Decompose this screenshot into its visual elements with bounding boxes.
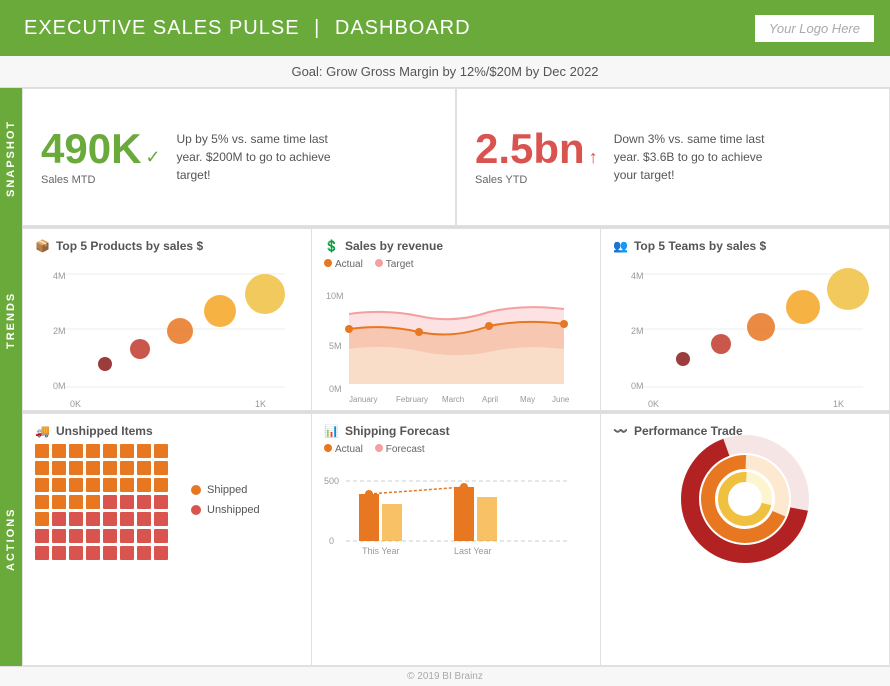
logo: Your Logo Here [755,15,874,42]
sales-mtd-number: 490K [41,128,141,170]
teams-icon: 👥 [613,239,628,253]
svg-text:0K: 0K [648,399,659,409]
forecast-legend: Actual Forecast [324,444,588,455]
forecast-icon: 📊 [324,424,339,438]
goal-bar: Goal: Grow Gross Margin by 12%/$20M by D… [0,56,890,88]
trends-label: TRENDS [0,228,22,413]
sales-mtd-suffix: ✓ [145,147,160,168]
revenue-icon: 💲 [324,239,339,253]
unshipped-label: Unshipped [207,504,260,516]
svg-text:4M: 4M [631,271,644,281]
svg-text:0M: 0M [53,381,66,391]
actions-performance-card: 〰️ Performance Trade [601,413,890,666]
unshipped-title-text: Unshipped Items [56,424,153,438]
revenue-legend-target: Target [386,259,414,270]
svg-text:February: February [396,395,428,404]
revenue-legend-actual: Actual [335,259,363,270]
forecast-bar-chart: 500 0 This Year Last Year [324,459,574,599]
svg-text:0: 0 [329,536,334,546]
svg-text:0M: 0M [631,381,644,391]
sales-mtd-label: Sales MTD [41,174,161,186]
products-icon: 📦 [35,239,50,253]
sales-mtd-desc: Up by 5% vs. same time last year. $200M … [177,130,337,184]
svg-text:June: June [552,395,570,404]
snapshot-card-ytd: 2.5bn ↑ Sales YTD Down 3% vs. same time … [456,88,890,226]
header: EXECUTIVE SALES PULSE | DASHBOARD Your L… [0,0,890,56]
products-title-text: Top 5 Products by sales $ [56,239,203,253]
trends-teams-title: 👥 Top 5 Teams by sales $ [613,239,877,253]
svg-text:1K: 1K [255,399,266,409]
forecast-title-text: Shipping Forecast [345,424,450,438]
forecast-legend-actual: Actual [335,444,363,455]
snapshot-label: SNAPSHOT [0,88,22,228]
revenue-legend: Actual Target [324,259,588,270]
sales-ytd-desc: Down 3% vs. same time last year. $3.6B t… [614,130,774,184]
svg-text:4M: 4M [53,271,66,281]
unshipped-icon: 🚚 [35,424,50,438]
performance-donut-container [613,444,877,554]
snapshot-card-mtd: 490K ✓ Sales MTD Up by 5% vs. same time … [22,88,456,226]
svg-text:5M: 5M [329,341,342,351]
performance-donut-chart [665,424,825,574]
svg-text:10M: 10M [326,291,344,301]
svg-text:2M: 2M [631,326,644,336]
svg-text:March: March [442,395,464,404]
actions-forecast-card: 📊 Shipping Forecast Actual Forecast 500 … [312,413,601,666]
sales-ytd-number: 2.5bn [475,128,585,170]
svg-text:January: January [349,395,377,404]
actions-forecast-title: 📊 Shipping Forecast [324,424,588,438]
svg-text:Last Year: Last Year [454,546,492,556]
trends-products-card: 📦 Top 5 Products by sales $ 4M 2M 0M 0K … [22,228,312,411]
svg-text:1K: 1K [833,399,844,409]
forecast-legend-forecast: Forecast [386,444,425,455]
teams-title-text: Top 5 Teams by sales $ [634,239,766,253]
sales-ytd-suffix: ↑ [589,147,598,168]
actions-unshipped-card: 🚚 Unshipped Items [22,413,312,666]
revenue-title-text: Sales by revenue [345,239,443,253]
footer-text: © 2019 BI Brainz [407,671,483,682]
sales-ytd-label: Sales YTD [475,174,598,186]
teams-bubble-chart: 4M 2M 0M 0K 1K [613,259,873,409]
trends-revenue-title: 💲 Sales by revenue [324,239,588,253]
header-title: EXECUTIVE SALES PULSE | DASHBOARD [16,17,471,40]
svg-text:April: April [482,395,498,404]
svg-text:This Year: This Year [362,546,400,556]
actions-unshipped-title: 🚚 Unshipped Items [35,424,299,438]
revenue-area-chart: 10M 5M 0M January February March April M… [324,274,584,404]
footer: © 2019 BI Brainz [0,666,890,686]
goal-text: Goal: Grow Gross Margin by 12%/$20M by D… [291,64,598,79]
shipped-label: Shipped [207,484,247,496]
svg-text:May: May [520,395,535,404]
svg-text:0K: 0K [70,399,81,409]
products-bubble-chart: 4M 2M 0M 0K 1K [35,259,295,409]
trends-teams-card: 👥 Top 5 Teams by sales $ 4M 2M 0M 0K 1K [601,228,890,411]
svg-text:500: 500 [324,476,339,486]
performance-icon: 〰️ [613,424,628,438]
unshipped-waffle [35,444,175,574]
trends-products-title: 📦 Top 5 Products by sales $ [35,239,299,253]
unshipped-legend: Shipped Unshipped [191,484,260,516]
svg-text:0M: 0M [329,384,342,394]
svg-text:2M: 2M [53,326,66,336]
actions-label: ACTIONS [0,413,22,666]
app-subtitle: DASHBOARD [335,17,471,39]
trends-revenue-card: 💲 Sales by revenue Actual Target 10M 5M … [312,228,601,411]
app-title: EXECUTIVE SALES PULSE [24,17,300,39]
header-separator: | [314,17,320,39]
